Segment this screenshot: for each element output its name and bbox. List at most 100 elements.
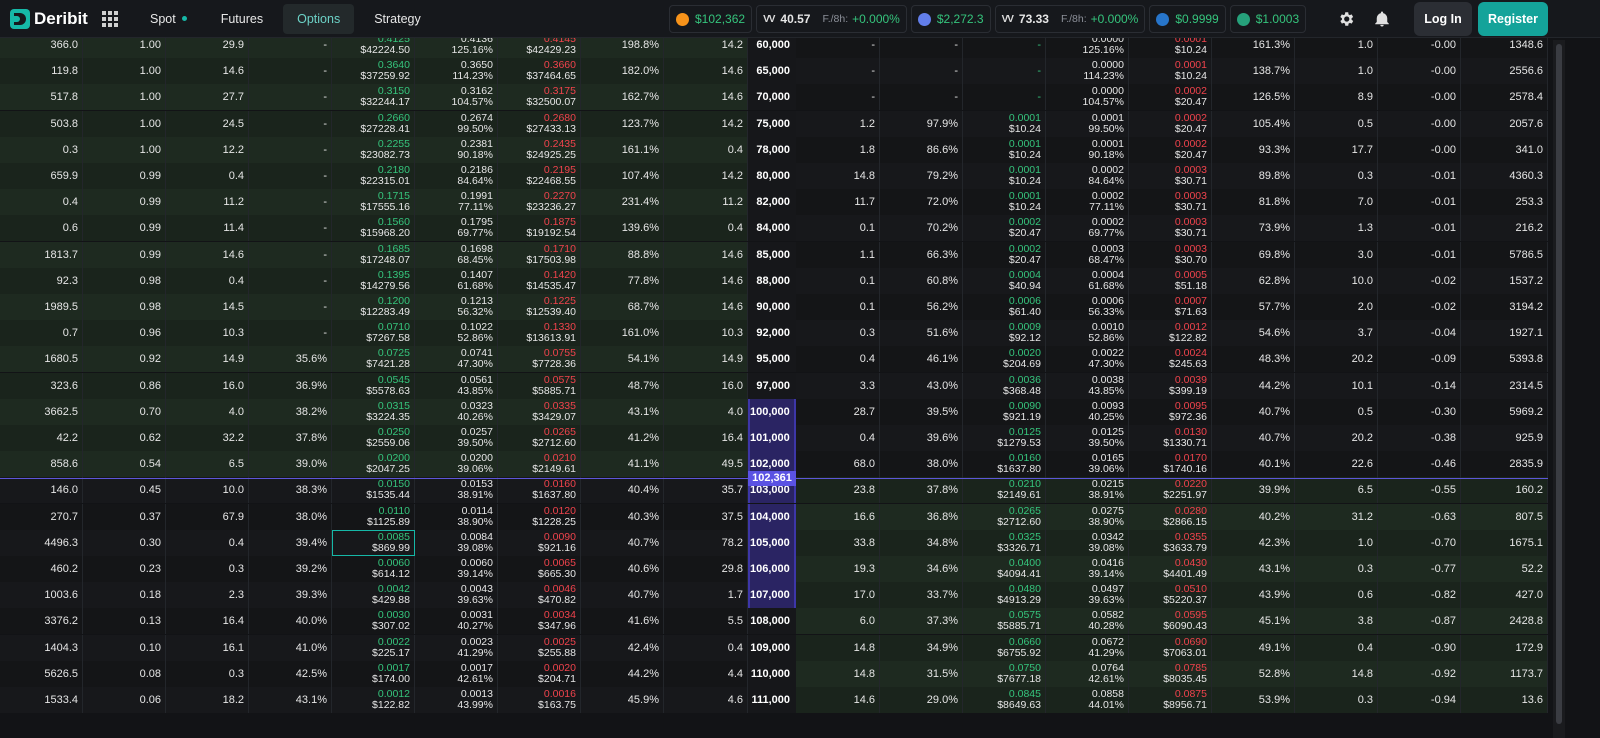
apps-grid-icon[interactable] — [102, 10, 118, 27]
strike-cell[interactable]: 97,000 — [748, 372, 796, 399]
call-ask-cell[interactable]: 0.0575 $5885.71 — [498, 372, 581, 399]
put-bid-cell[interactable]: 0.0210 $2149.61 — [963, 477, 1046, 504]
put-ask-cell[interactable]: 0.0002 $20.47 — [1129, 84, 1212, 111]
strike-cell[interactable]: 101,000 — [748, 425, 796, 451]
put-ask-cell[interactable]: 0.0355 $3633.79 — [1129, 529, 1212, 556]
call-ask-cell[interactable]: 0.0755 $7728.36 — [498, 346, 581, 373]
call-bid-cell[interactable]: 0.2660 $27228.41 — [332, 110, 415, 137]
usdt-price-ticker[interactable]: $1.0003 — [1229, 5, 1307, 33]
register-button[interactable]: Register — [1478, 2, 1548, 36]
usdc-price-ticker[interactable]: $0.9999 — [1149, 5, 1226, 33]
call-bid-cell[interactable]: 0.1200 $12283.49 — [332, 294, 415, 320]
scrollbar-thumb[interactable] — [1556, 44, 1562, 724]
put-bid-cell[interactable]: 0.0002 $20.47 — [963, 241, 1046, 268]
call-bid-cell[interactable]: 0.0110 $1125.89 — [332, 503, 415, 530]
strike-cell[interactable]: 92,000 — [748, 320, 796, 347]
put-ask-cell[interactable]: 0.0170 $1740.16 — [1129, 451, 1212, 478]
call-bid-cell[interactable]: 0.0017 $174.00 — [332, 660, 415, 687]
call-bid-cell[interactable]: 0.2180 $22315.01 — [332, 163, 415, 189]
strike-cell[interactable]: 100,000 — [748, 398, 796, 425]
strike-cell[interactable]: 104,000 — [748, 503, 796, 530]
put-ask-cell[interactable]: 0.0220 $2251.97 — [1129, 477, 1212, 504]
call-bid-cell[interactable]: 0.0042 $429.88 — [332, 582, 415, 609]
put-bid-cell[interactable]: 0.0090 $921.19 — [963, 398, 1046, 425]
strike-cell[interactable]: 82,000 — [748, 189, 796, 216]
put-bid-cell[interactable]: - — [963, 84, 1046, 111]
put-bid-cell[interactable]: 0.0009 $92.12 — [963, 320, 1046, 347]
call-bid-cell[interactable]: 0.0250 $2559.06 — [332, 425, 415, 451]
put-bid-cell[interactable]: 0.0575 $5885.71 — [963, 608, 1046, 635]
call-bid-cell[interactable]: 0.0085 $869.99 — [332, 529, 415, 556]
put-bid-cell[interactable]: 0.0750 $7677.18 — [963, 660, 1046, 687]
strike-cell[interactable]: 95,000 — [748, 346, 796, 373]
put-ask-cell[interactable]: 0.0002 $20.47 — [1129, 136, 1212, 163]
nav-options[interactable]: Options — [283, 3, 355, 34]
eth-price-ticker[interactable]: $2,272.3 — [910, 5, 991, 33]
put-ask-cell[interactable]: 0.0430 $4401.49 — [1129, 556, 1212, 582]
strike-cell[interactable]: 90,000 — [748, 294, 796, 320]
strike-cell[interactable]: 110,000 — [748, 660, 796, 687]
put-ask-cell[interactable]: 0.0039 $399.19 — [1129, 372, 1212, 399]
call-bid-cell[interactable]: 0.3150 $32244.17 — [332, 84, 415, 111]
call-bid-cell[interactable]: 0.0725 $7421.28 — [332, 346, 415, 373]
strike-cell[interactable]: 75,000 — [748, 110, 796, 137]
strike-cell[interactable]: 108,000 — [748, 608, 796, 635]
put-bid-cell[interactable]: 0.0036 $368.48 — [963, 372, 1046, 399]
strike-cell[interactable]: 106,000 — [748, 556, 796, 582]
login-button[interactable]: Log In — [1414, 2, 1472, 36]
call-bid-cell[interactable]: 0.1560 $15968.20 — [332, 215, 415, 242]
put-ask-cell[interactable]: 0.0280 $2866.15 — [1129, 503, 1212, 530]
strike-cell[interactable]: 70,000 — [748, 84, 796, 111]
call-ask-cell[interactable]: 0.0120 $1228.25 — [498, 503, 581, 530]
nav-futures[interactable]: Futures — [207, 4, 277, 34]
put-bid-cell[interactable]: 0.0001 $10.24 — [963, 189, 1046, 216]
call-ask-cell[interactable]: 0.0090 $921.16 — [498, 529, 581, 556]
put-ask-cell[interactable]: 0.0007 $71.63 — [1129, 294, 1212, 320]
put-ask-cell[interactable]: 0.0001 $10.24 — [1129, 58, 1212, 85]
call-bid-cell[interactable]: 0.0022 $225.17 — [332, 634, 415, 661]
put-bid-cell[interactable]: 0.0001 $10.24 — [963, 163, 1046, 189]
put-ask-cell[interactable]: 0.0012 $122.82 — [1129, 320, 1212, 347]
settings-gear-icon[interactable] — [1337, 10, 1355, 28]
call-bid-cell[interactable]: 0.1715 $17555.16 — [332, 189, 415, 216]
call-bid-cell[interactable]: 0.3640 $37259.92 — [332, 58, 415, 85]
put-ask-cell[interactable]: 0.0095 $972.36 — [1129, 398, 1212, 425]
put-ask-cell[interactable]: 0.0024 $245.63 — [1129, 346, 1212, 373]
eth-index-ticker[interactable]: VV 73.33 F./8h: +0.000% — [994, 5, 1146, 33]
btc-price-ticker[interactable]: $102,362 — [669, 5, 753, 33]
call-ask-cell[interactable]: 0.1330 $13613.91 — [498, 320, 581, 347]
strike-cell[interactable]: 78,000 — [748, 136, 796, 163]
call-bid-cell[interactable]: 0.0030 $307.02 — [332, 608, 415, 635]
put-ask-cell[interactable]: 0.0002 $20.47 — [1129, 110, 1212, 137]
call-bid-cell[interactable]: 0.0545 $5578.63 — [332, 372, 415, 399]
strike-cell[interactable]: 65,000 — [748, 58, 796, 85]
put-bid-cell[interactable]: 0.0660 $6755.92 — [963, 634, 1046, 661]
call-bid-cell[interactable]: 0.0315 $3224.35 — [332, 398, 415, 425]
call-ask-cell[interactable]: 0.1420 $14535.47 — [498, 267, 581, 294]
put-bid-cell[interactable]: 0.0001 $10.24 — [963, 110, 1046, 137]
call-ask-cell[interactable]: 0.1875 $19192.54 — [498, 215, 581, 242]
call-ask-cell[interactable]: 0.2435 $24925.25 — [498, 136, 581, 163]
call-ask-cell[interactable]: 0.0065 $665.30 — [498, 556, 581, 582]
call-ask-cell[interactable]: 0.1710 $17503.98 — [498, 241, 581, 268]
call-ask-cell[interactable]: 0.0034 $347.96 — [498, 608, 581, 635]
put-bid-cell[interactable]: 0.0020 $204.69 — [963, 346, 1046, 373]
call-ask-cell[interactable]: 0.0335 $3429.07 — [498, 398, 581, 425]
put-ask-cell[interactable]: 0.0510 $5220.37 — [1129, 582, 1212, 609]
call-ask-cell[interactable]: 0.0265 $2712.60 — [498, 425, 581, 451]
put-bid-cell[interactable]: - — [963, 58, 1046, 85]
put-ask-cell[interactable]: 0.0875 $8956.71 — [1129, 687, 1212, 713]
call-ask-cell[interactable]: 0.0016 $163.75 — [498, 687, 581, 713]
put-bid-cell[interactable]: 0.0160 $1637.80 — [963, 451, 1046, 478]
put-bid-cell[interactable]: 0.0004 $40.94 — [963, 267, 1046, 294]
call-ask-cell[interactable]: 0.2195 $22468.55 — [498, 163, 581, 189]
put-bid-cell[interactable]: 0.0265 $2712.60 — [963, 503, 1046, 530]
put-bid-cell[interactable]: 0.0400 $4094.41 — [963, 556, 1046, 582]
put-ask-cell[interactable]: 0.0003 $30.71 — [1129, 163, 1212, 189]
call-bid-cell[interactable]: 0.0060 $614.12 — [332, 556, 415, 582]
strike-cell[interactable]: 111,000 — [748, 687, 796, 713]
put-ask-cell[interactable]: 0.0005 $51.18 — [1129, 267, 1212, 294]
put-bid-cell[interactable]: 0.0125 $1279.53 — [963, 425, 1046, 451]
strike-cell[interactable]: 109,000 — [748, 634, 796, 661]
call-bid-cell[interactable]: 0.1395 $14279.56 — [332, 267, 415, 294]
